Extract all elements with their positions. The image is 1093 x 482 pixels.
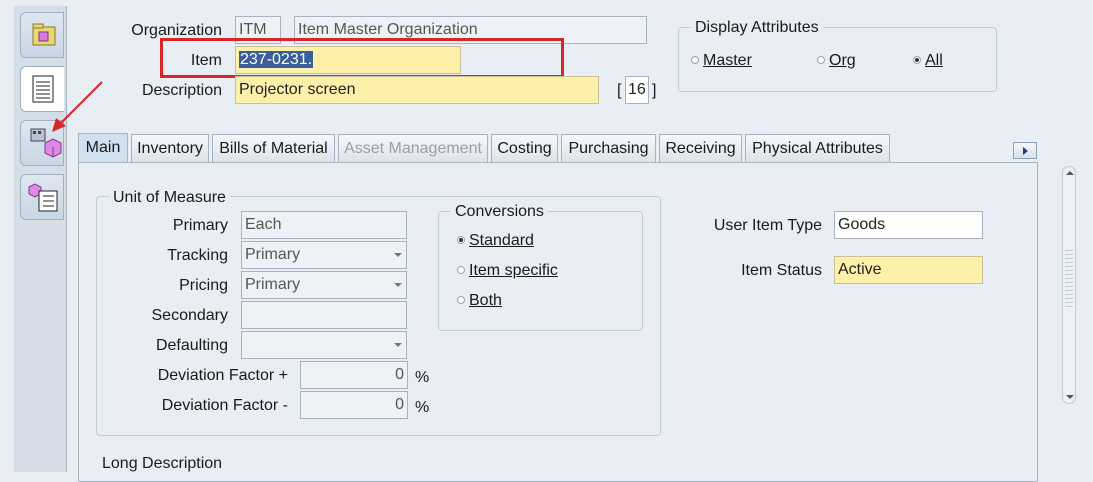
description-length-field[interactable]: 16 bbox=[625, 76, 649, 104]
conversions-standard-radio[interactable] bbox=[457, 236, 465, 244]
tab-costing[interactable]: Costing bbox=[491, 134, 558, 162]
tab-scroll-right-button[interactable] bbox=[1013, 142, 1037, 159]
display-master-label[interactable]: Master bbox=[703, 52, 752, 70]
description-bracket-close: ] bbox=[652, 82, 657, 99]
item-value: 237-0231. bbox=[239, 51, 314, 68]
deviation-plus-field[interactable]: 0 bbox=[300, 361, 408, 389]
description-label: Description bbox=[141, 82, 222, 99]
display-org-label[interactable]: Org bbox=[829, 52, 856, 70]
tab-bills-of-material[interactable]: Bills of Material bbox=[212, 134, 335, 162]
item-field[interactable]: 237-0231. bbox=[235, 46, 461, 74]
pricing-value: Primary bbox=[245, 276, 301, 293]
tab-asset-management: Asset Management bbox=[338, 134, 488, 162]
deviation-minus-field[interactable]: 0 bbox=[300, 391, 408, 419]
tab-receiving[interactable]: Receiving bbox=[659, 134, 742, 162]
folder-cube-icon bbox=[32, 23, 56, 46]
tab-inventory[interactable]: Inventory bbox=[131, 134, 209, 162]
secondary-label: Secondary bbox=[151, 307, 229, 324]
display-all-label[interactable]: All bbox=[925, 52, 943, 70]
conversions-both-label[interactable]: Both bbox=[469, 292, 502, 310]
unit-of-measure-title: Unit of Measure bbox=[109, 189, 230, 207]
primary-uom-label: Primary bbox=[172, 217, 228, 234]
conversions-both-radio[interactable] bbox=[457, 296, 465, 304]
conversions-item-specific-radio[interactable] bbox=[457, 266, 465, 274]
deviation-minus-percent: % bbox=[415, 399, 430, 416]
deviation-minus-label: Deviation Factor - bbox=[161, 397, 288, 414]
defaulting-label: Defaulting bbox=[155, 337, 228, 354]
cube-list-icon bbox=[28, 183, 58, 212]
nav-organization-button[interactable] bbox=[20, 12, 64, 58]
item-status-label: Item Status bbox=[741, 262, 822, 279]
pricing-label: Pricing bbox=[179, 277, 228, 294]
tab-purchasing[interactable]: Purchasing bbox=[561, 134, 656, 162]
deviation-plus-label: Deviation Factor + bbox=[157, 367, 288, 384]
description-field[interactable]: Projector screen bbox=[235, 76, 599, 104]
vertical-scrollbar[interactable] bbox=[1062, 166, 1076, 404]
pricing-select[interactable]: Primary bbox=[241, 271, 407, 299]
conversions-standard-label[interactable]: Standard bbox=[469, 232, 534, 250]
tracking-label: Tracking bbox=[167, 247, 228, 264]
user-item-type-field[interactable]: Goods bbox=[834, 211, 983, 239]
tab-main[interactable]: Main bbox=[78, 133, 128, 163]
item-status-field[interactable]: Active bbox=[834, 256, 983, 284]
scroll-down-icon[interactable] bbox=[1066, 395, 1074, 399]
defaulting-select[interactable] bbox=[241, 331, 407, 359]
chevron-down-icon bbox=[394, 343, 402, 347]
long-description-label: Long Description bbox=[102, 455, 223, 472]
tab-physical-attributes[interactable]: Physical Attributes bbox=[745, 134, 890, 162]
scroll-thumb[interactable] bbox=[1065, 247, 1073, 307]
tracking-select[interactable]: Primary bbox=[241, 241, 407, 269]
arrow-right-icon bbox=[1023, 147, 1028, 155]
chevron-down-icon bbox=[394, 253, 402, 257]
deviation-plus-percent: % bbox=[415, 369, 430, 386]
tracking-value: Primary bbox=[245, 246, 301, 263]
description-bracket-open: [ bbox=[617, 82, 622, 99]
annotation-arrow bbox=[52, 81, 103, 132]
display-org-radio[interactable] bbox=[817, 56, 825, 64]
conversions-title: Conversions bbox=[451, 203, 548, 221]
display-attributes-title: Display Attributes bbox=[691, 19, 823, 37]
primary-uom-field[interactable]: Each bbox=[241, 211, 407, 239]
user-item-type-label: User Item Type bbox=[713, 217, 822, 234]
scroll-up-icon[interactable] bbox=[1066, 171, 1074, 175]
display-all-radio[interactable] bbox=[913, 56, 921, 64]
conversions-item-specific-label[interactable]: Item specific bbox=[469, 262, 558, 280]
chevron-down-icon bbox=[394, 283, 402, 287]
display-master-radio[interactable] bbox=[691, 56, 699, 64]
nav-categories-button[interactable] bbox=[20, 174, 64, 220]
item-label: Item bbox=[190, 52, 222, 69]
secondary-field[interactable] bbox=[241, 301, 407, 329]
